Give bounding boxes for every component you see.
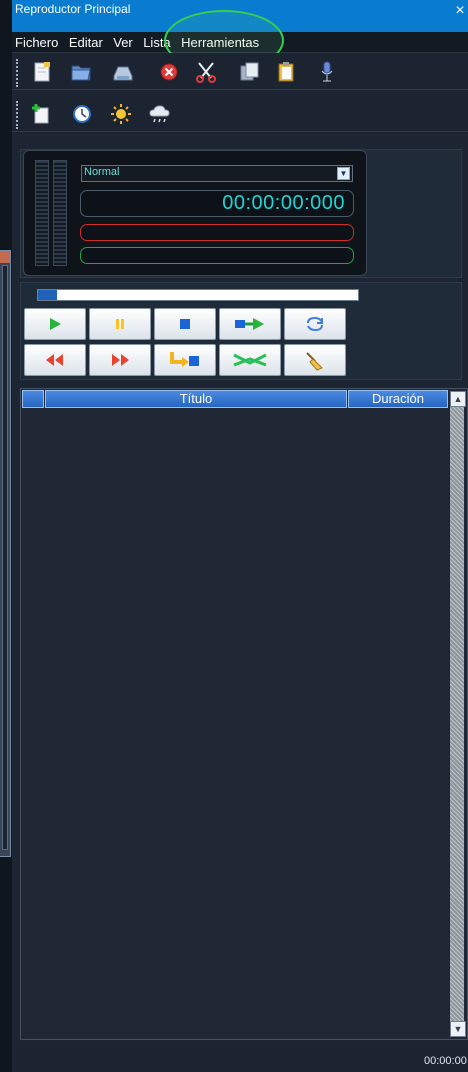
menu-herramientas[interactable]: Herramientas <box>178 32 262 50</box>
pause-icon <box>116 319 124 329</box>
timer-value: 00:00:00:000 <box>222 192 345 214</box>
playlist-panel: Título Duración ▲ ▼ <box>20 388 468 1040</box>
playlist-scrollbar[interactable]: ▲ ▼ <box>450 391 466 1037</box>
status-bar: 00:00:00 <box>12 1048 468 1072</box>
cut-button[interactable] <box>193 59 219 85</box>
scroll-up-button[interactable]: ▲ <box>450 391 466 407</box>
column-title-header[interactable]: Título <box>45 390 347 408</box>
window-title: Reproductor Principal <box>15 2 131 16</box>
background-window-frame <box>0 250 11 857</box>
new-file-button[interactable] <box>29 59 55 85</box>
stop-icon <box>180 319 190 329</box>
paste-button[interactable] <box>273 59 299 85</box>
record-button[interactable] <box>314 59 340 85</box>
secondary-toolbar <box>12 95 468 132</box>
timer-display: 00:00:00:000 <box>80 190 354 217</box>
menu-fichero[interactable]: Fichero <box>12 32 61 50</box>
menu-editar[interactable]: Editar <box>66 32 106 50</box>
clear-icon <box>306 352 323 371</box>
loop-icon <box>307 316 323 332</box>
delete-button[interactable] <box>156 59 182 85</box>
paste-icon <box>278 62 294 82</box>
save-button[interactable] <box>110 59 136 85</box>
player-panel: Normal ▼ 00:00:00:000 <box>20 149 462 278</box>
toolbar-grip[interactable] <box>16 59 21 87</box>
play-button[interactable] <box>24 308 86 340</box>
clear-button[interactable] <box>284 344 346 376</box>
fast-forward-button[interactable] <box>89 344 151 376</box>
sun-icon <box>111 104 131 124</box>
save-icon <box>113 66 133 81</box>
background-window-tab <box>0 251 10 263</box>
main-toolbar <box>12 53 468 90</box>
copy-button[interactable] <box>236 59 262 85</box>
add-item-icon <box>32 104 49 124</box>
chevron-down-icon[interactable]: ▼ <box>337 167 350 180</box>
menu-lista[interactable]: Lista <box>140 32 173 50</box>
vu-meter-left <box>35 160 49 266</box>
toolbar-grip-2[interactable] <box>16 101 21 129</box>
open-folder-icon <box>71 65 91 81</box>
play-icon <box>50 318 61 330</box>
background-window-panel <box>2 265 8 850</box>
cut-icon <box>196 62 216 83</box>
rewind-button[interactable] <box>24 344 86 376</box>
insert-button[interactable] <box>154 344 216 376</box>
rewind-icon <box>46 354 63 366</box>
menu-bar: Fichero Editar Ver Lista Herramientas <box>12 32 468 53</box>
pause-button[interactable] <box>89 308 151 340</box>
vu-meter-right <box>53 160 67 266</box>
open-button[interactable] <box>68 59 94 85</box>
title-bar[interactable]: Reproductor Principal × <box>12 0 468 32</box>
column-select-header[interactable] <box>22 390 44 408</box>
green-level-bar <box>80 247 354 264</box>
progress-fill <box>38 290 58 300</box>
red-level-bar <box>80 224 354 241</box>
next-track-icon <box>235 318 264 330</box>
crossfade-icon <box>233 353 267 367</box>
sun-button[interactable] <box>108 101 134 127</box>
next-track-button[interactable] <box>219 308 281 340</box>
progress-bar[interactable] <box>37 289 359 301</box>
close-button[interactable]: × <box>452 0 468 22</box>
cloud-rain-icon <box>149 105 170 123</box>
total-time: 00:00:00 <box>424 1055 467 1067</box>
copy-icon <box>240 62 259 81</box>
column-duration-header[interactable]: Duración <box>348 390 448 408</box>
player-display: Normal ▼ 00:00:00:000 <box>23 150 367 276</box>
clock-button[interactable] <box>69 101 95 127</box>
insert-icon <box>170 352 199 367</box>
player-window: Reproductor Principal × Fichero Editar V… <box>12 0 468 1072</box>
add-item-button[interactable] <box>28 101 54 127</box>
microphone-icon <box>321 61 333 82</box>
new-file-icon <box>34 62 50 82</box>
stop-button[interactable] <box>154 308 216 340</box>
loop-button[interactable] <box>284 308 346 340</box>
menu-ver[interactable]: Ver <box>110 32 136 50</box>
delete-icon <box>160 63 178 81</box>
transport-panel <box>20 282 462 380</box>
mode-value: Normal <box>84 166 120 178</box>
weather-button[interactable] <box>147 101 173 127</box>
scroll-down-button[interactable]: ▼ <box>450 1021 466 1037</box>
fast-forward-icon <box>112 354 129 366</box>
mode-select[interactable]: Normal ▼ <box>81 165 353 182</box>
clock-icon <box>73 105 91 123</box>
crossfade-button[interactable] <box>219 344 281 376</box>
